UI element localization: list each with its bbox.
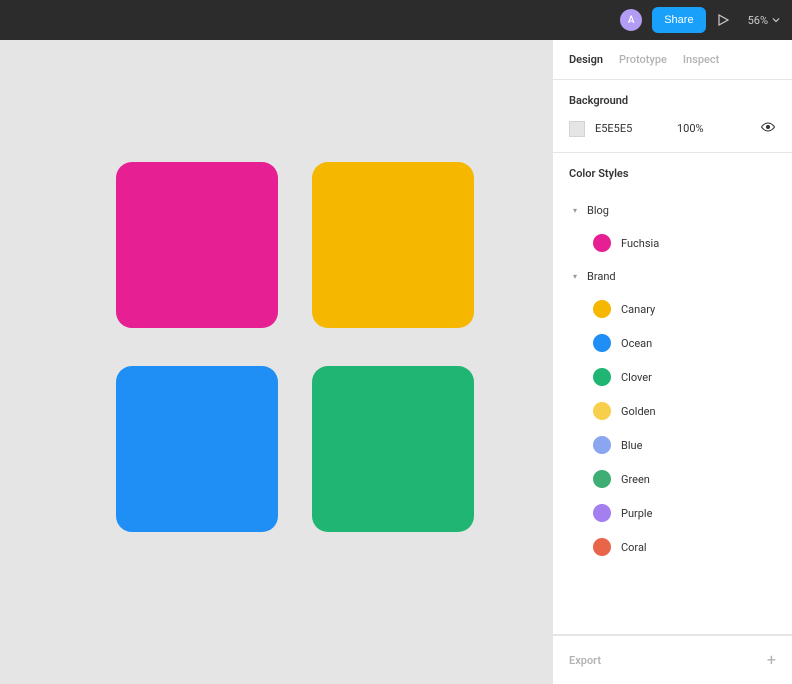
panel-tabs: Design Prototype Inspect — [553, 40, 792, 80]
background-swatch[interactable] — [569, 121, 585, 137]
canvas-shape[interactable] — [116, 366, 278, 532]
color-style-row[interactable]: Canary — [569, 294, 776, 324]
tab-prototype[interactable]: Prototype — [619, 53, 667, 66]
canvas-shape[interactable] — [312, 162, 474, 328]
color-style-row[interactable]: Fuchsia — [569, 228, 776, 258]
chevron-down-icon — [772, 14, 780, 27]
color-style-name: Purple — [621, 507, 652, 520]
style-group-header[interactable]: ▾ Blog — [569, 196, 776, 224]
color-styles-section: Color Styles ▾ Blog Fuchsia ▾ Brand Canary Oce… — [553, 153, 792, 635]
color-swatch — [593, 402, 611, 420]
color-style-name: Green — [621, 473, 650, 486]
add-export-icon[interactable]: + — [767, 652, 776, 668]
color-style-row[interactable]: Coral — [569, 532, 776, 562]
color-style-name: Coral — [621, 541, 647, 554]
export-section: Export + — [553, 635, 792, 684]
header-bar: A Share 56% — [0, 0, 792, 40]
color-swatch — [593, 436, 611, 454]
color-swatch — [593, 334, 611, 352]
caret-down-icon: ▾ — [571, 206, 579, 215]
color-style-name: Blue — [621, 439, 642, 452]
color-style-name: Clover — [621, 371, 652, 384]
present-icon[interactable] — [716, 13, 730, 27]
color-style-row[interactable]: Green — [569, 464, 776, 494]
color-swatch — [593, 504, 611, 522]
style-group-header[interactable]: ▾ Brand — [569, 262, 776, 290]
canvas-area[interactable] — [0, 40, 552, 684]
color-style-row[interactable]: Golden — [569, 396, 776, 426]
right-panel: Design Prototype Inspect Background E5E5… — [552, 40, 792, 684]
background-section: Background E5E5E5 100% — [553, 80, 792, 153]
color-style-row[interactable]: Ocean — [569, 328, 776, 358]
visibility-icon[interactable] — [760, 119, 776, 138]
color-style-name: Golden — [621, 405, 656, 418]
tab-design[interactable]: Design — [569, 53, 603, 66]
avatar[interactable]: A — [620, 9, 642, 31]
background-title: Background — [569, 94, 776, 107]
color-swatch — [593, 368, 611, 386]
color-style-row[interactable]: Purple — [569, 498, 776, 528]
style-group-label: Blog — [587, 204, 609, 217]
color-style-row[interactable]: Blue — [569, 430, 776, 460]
color-swatch — [593, 538, 611, 556]
tab-inspect[interactable]: Inspect — [683, 53, 719, 66]
export-title: Export — [569, 654, 601, 667]
background-hex[interactable]: E5E5E5 — [595, 122, 653, 135]
canvas-shape[interactable] — [312, 366, 474, 532]
share-button[interactable]: Share — [652, 7, 705, 33]
zoom-control[interactable]: 56% — [748, 14, 780, 27]
caret-down-icon: ▾ — [571, 272, 579, 281]
canvas-shape[interactable] — [116, 162, 278, 328]
color-swatch — [593, 470, 611, 488]
zoom-label: 56% — [748, 14, 768, 27]
background-opacity[interactable]: 100% — [677, 122, 750, 135]
color-swatch — [593, 234, 611, 252]
color-style-row[interactable]: Clover — [569, 362, 776, 392]
color-styles-title: Color Styles — [569, 167, 776, 180]
color-style-name: Ocean — [621, 337, 652, 350]
style-group-label: Brand — [587, 270, 616, 283]
color-style-name: Canary — [621, 303, 655, 316]
color-swatch — [593, 300, 611, 318]
color-style-name: Fuchsia — [621, 237, 659, 250]
